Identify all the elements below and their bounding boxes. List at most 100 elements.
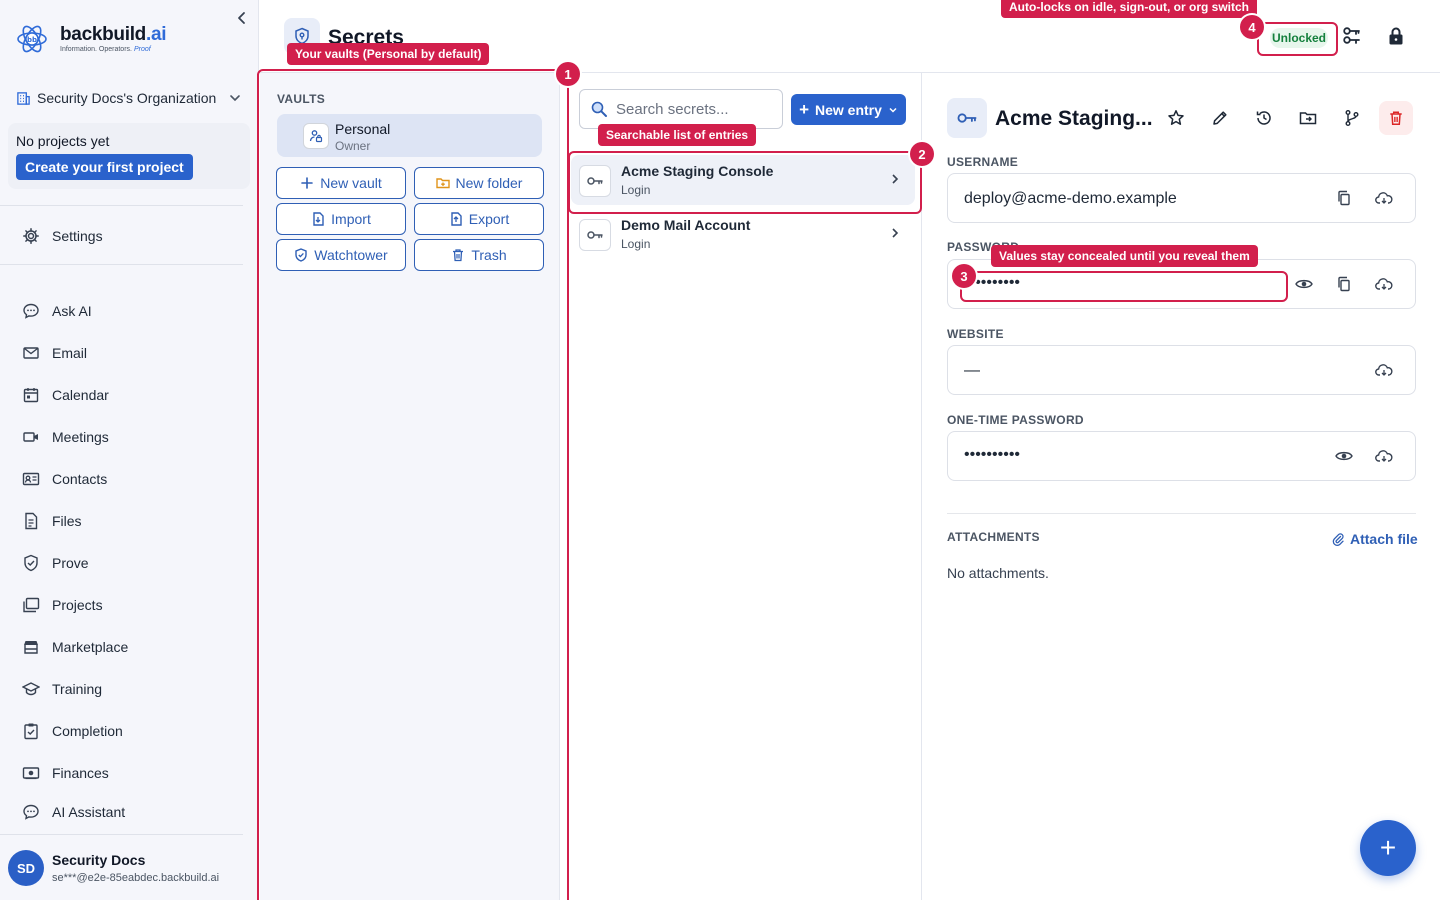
button-label: Export <box>468 211 510 227</box>
entry-title: Demo Mail Account <box>621 217 751 233</box>
sidebar-item-completion[interactable]: Completion <box>22 719 123 743</box>
sidebar-item-marketplace[interactable]: Marketplace <box>22 635 128 659</box>
list-item[interactable]: Acme Staging Console Login <box>571 155 915 205</box>
attach-file-button[interactable]: Attach file <box>1331 531 1418 547</box>
keys-settings-icon[interactable] <box>1341 25 1363 47</box>
button-label: New entry <box>815 101 882 118</box>
key-icon <box>579 165 611 197</box>
cloud-share-icon[interactable] <box>1374 446 1394 466</box>
building-icon <box>16 91 31 106</box>
divider <box>0 205 243 206</box>
website-value[interactable]: — <box>964 362 980 380</box>
brand-logo[interactable]: bb backbuild.ai Information. Operators. … <box>16 23 167 55</box>
gear-icon <box>22 227 40 245</box>
collapse-sidebar-icon[interactable] <box>234 10 250 26</box>
brand-tagline-accent: Proof <box>133 45 151 53</box>
button-label: Import <box>331 211 371 227</box>
sidebar-item-ai-assistant[interactable]: AI Assistant <box>22 800 125 824</box>
cloud-share-icon[interactable] <box>1374 274 1394 294</box>
plus-icon <box>300 176 314 190</box>
svg-text:bb: bb <box>27 36 37 44</box>
divider <box>0 834 243 835</box>
vaults-panel: VAULTS Personal Owner New vault New fold… <box>260 73 560 900</box>
sidebar-item-finances[interactable]: Finances <box>22 761 109 785</box>
lock-icon[interactable] <box>1385 25 1407 47</box>
projects-card: No projects yet Create your first projec… <box>8 123 250 189</box>
sidebar: bb backbuild.ai Information. Operators. … <box>0 0 259 900</box>
org-switcher[interactable]: Security Docs's Organization <box>16 88 244 108</box>
sidebar-item-settings[interactable]: Settings <box>22 224 103 248</box>
cloud-share-icon[interactable] <box>1374 360 1394 380</box>
sidebar-item-meetings[interactable]: Meetings <box>22 425 109 449</box>
sidebar-item-ask-ai[interactable]: Ask AI <box>22 299 92 323</box>
sidebar-item-email[interactable]: Email <box>22 341 87 365</box>
export-button[interactable]: Export <box>414 203 544 235</box>
add-fab-button[interactable]: + <box>1360 820 1416 876</box>
tour-step-badge: 4 <box>1240 15 1264 39</box>
website-label: WEBSITE <box>947 327 1004 341</box>
otp-field: •••••••••• <box>947 431 1416 481</box>
sidebar-item-contacts[interactable]: Contacts <box>22 467 107 491</box>
video-icon <box>22 428 40 446</box>
no-projects-text: No projects yet <box>16 133 110 149</box>
entry-type: Login <box>621 237 651 251</box>
status-badge: Unlocked <box>1270 28 1328 48</box>
eye-icon[interactable] <box>1294 274 1314 294</box>
brand-suffix: .ai <box>145 23 167 45</box>
branch-icon[interactable] <box>1340 106 1364 130</box>
copy-icon[interactable] <box>1334 188 1354 208</box>
vault-item-personal[interactable]: Personal Owner <box>277 114 542 157</box>
sidebar-item-label: Prove <box>52 555 89 571</box>
eye-icon[interactable] <box>1334 446 1354 466</box>
sidebar-item-files[interactable]: Files <box>22 509 82 533</box>
vault-name: Personal <box>335 121 391 137</box>
sidebar-item-training[interactable]: Training <box>22 677 102 701</box>
user-profile[interactable]: SD Security Docs se***@e2e-85eabdec.back… <box>8 846 253 890</box>
trash-button[interactable]: Trash <box>414 239 544 271</box>
new-entry-button[interactable]: + New entry <box>791 94 906 125</box>
history-icon[interactable] <box>1252 106 1276 130</box>
button-label: Watchtower <box>314 247 388 263</box>
sidebar-item-label: Meetings <box>52 429 109 445</box>
tour-tooltip: Searchable list of entries <box>598 124 757 146</box>
divider <box>947 513 1416 514</box>
button-label: New folder <box>455 175 523 191</box>
user-email: se***@e2e-85eabdec.backbuild.ai <box>52 872 220 884</box>
cloud-share-icon[interactable] <box>1374 188 1394 208</box>
list-item[interactable]: Demo Mail Account Login <box>571 209 915 259</box>
sidebar-item-label: Marketplace <box>52 639 129 655</box>
chevron-down-icon <box>888 105 898 115</box>
search-input[interactable] <box>616 100 776 118</box>
sidebar-item-prove[interactable]: Prove <box>22 551 89 575</box>
sidebar-item-projects[interactable]: Projects <box>22 593 103 617</box>
sidebar-item-label: Completion <box>52 723 123 739</box>
edit-icon[interactable] <box>1208 106 1232 130</box>
delete-icon[interactable] <box>1379 101 1413 135</box>
paperclip-icon <box>1331 532 1345 546</box>
new-folder-button[interactable]: New folder <box>414 167 544 199</box>
search-box[interactable] <box>579 89 783 129</box>
username-value[interactable]: deploy@acme-demo.example <box>964 190 1177 208</box>
sidebar-item-label: Files <box>52 513 82 529</box>
mail-icon <box>22 344 40 362</box>
cash-icon <box>22 764 40 782</box>
attachments-heading: ATTACHMENTS <box>947 530 1040 544</box>
sidebar-item-label: AI Assistant <box>52 804 126 820</box>
avatar: SD <box>8 850 44 886</box>
new-vault-button[interactable]: New vault <box>276 167 406 199</box>
import-button[interactable]: Import <box>276 203 406 235</box>
otp-value[interactable]: •••••••••• <box>964 446 1020 464</box>
sidebar-item-label: Training <box>52 681 103 697</box>
calendar-icon <box>22 386 40 404</box>
entries-panel: + New entry Acme Staging Console Login D… <box>561 73 922 900</box>
move-to-folder-icon[interactable] <box>1296 106 1320 130</box>
user-lock-icon <box>303 123 329 149</box>
copy-icon[interactable] <box>1334 274 1354 294</box>
sidebar-item-calendar[interactable]: Calendar <box>22 383 109 407</box>
watchtower-button[interactable]: Watchtower <box>276 239 406 271</box>
vault-role: Owner <box>335 139 371 153</box>
create-project-button[interactable]: Create your first project <box>16 154 193 180</box>
brand-name: backbuild <box>60 23 146 45</box>
username-label: USERNAME <box>947 155 1019 169</box>
star-icon[interactable] <box>1164 106 1188 130</box>
